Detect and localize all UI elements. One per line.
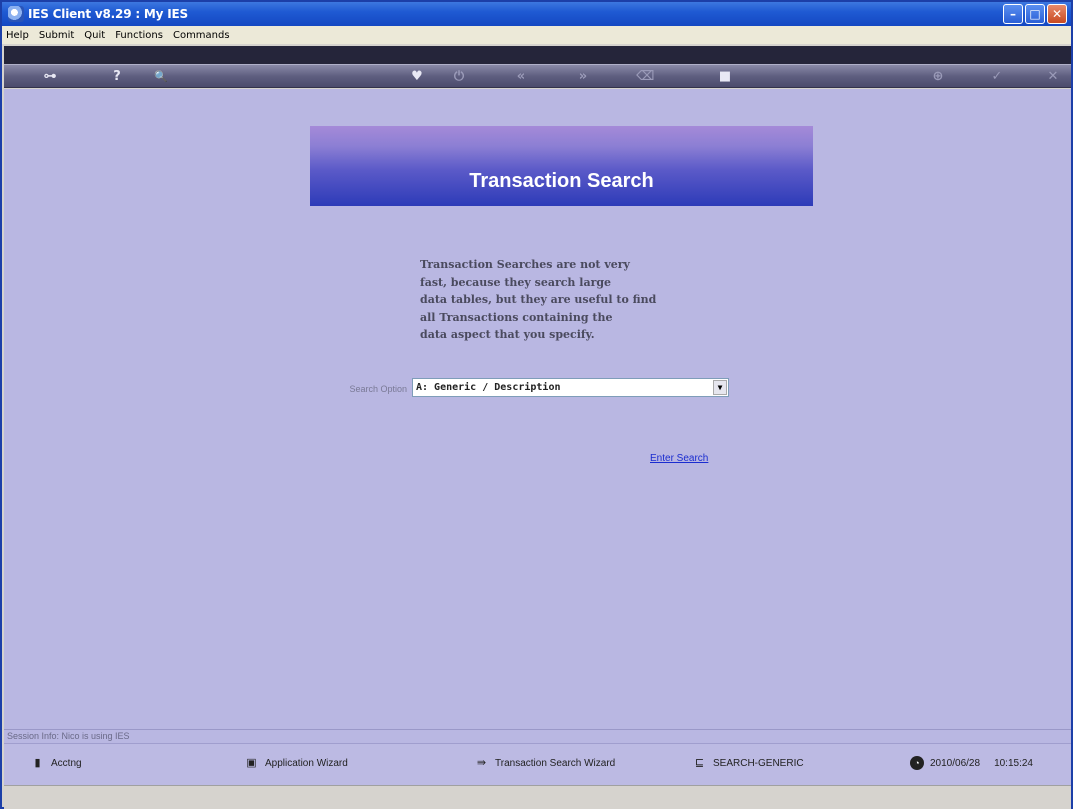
task-application-wizard[interactable]: ▣ Application Wizard — [244, 756, 348, 770]
datetime: ◔ 2010/06/28 10:15:24 — [910, 756, 1033, 770]
minimize-button[interactable]: – — [1003, 4, 1023, 24]
chevron-down-icon[interactable]: ▼ — [713, 380, 727, 395]
task-acctng[interactable]: ▮ Acctng — [30, 756, 82, 770]
info-line: all Transactions containing the — [420, 310, 613, 324]
enter-search-link[interactable]: Enter Search — [650, 453, 708, 464]
toolbar: ⊶ ? 🔍 ♥ ⏻ « » ⌫ ■ ⊕ ✓ ✕ — [4, 64, 1071, 88]
time-text: 10:15:24 — [994, 757, 1033, 769]
info-line: data tables, but they are useful to find — [420, 293, 657, 306]
menu-quit[interactable]: Quit — [84, 30, 105, 41]
main-content: Transaction Search Transaction Searches … — [4, 89, 1071, 729]
info-line: Transaction Searches are not very — [420, 258, 630, 271]
search-option-select[interactable]: A: Generic / Description ▼ — [412, 378, 729, 397]
stop-icon[interactable]: ■ — [716, 68, 734, 86]
page-banner: Transaction Search — [310, 126, 813, 206]
info-text: Transaction Searches are not very fast, … — [420, 256, 710, 344]
title-bar: IES Client v8.29 : My IES – □ ✕ — [2, 2, 1071, 26]
menu-help[interactable]: Help — [6, 30, 29, 41]
toolbar-top-strip — [4, 46, 1071, 64]
book-icon: ▮ — [34, 757, 41, 769]
task-application-wizard-label: Application Wizard — [265, 757, 348, 769]
search-option-value: A: Generic / Description — [416, 382, 561, 393]
task-search-generic-label: SEARCH-GENERIC — [713, 757, 804, 769]
search-icon[interactable]: 🔍 — [152, 68, 170, 86]
info-line: fast, because they search large — [420, 275, 612, 289]
info-line: data aspect that you specify. — [420, 328, 595, 341]
search-generic-icon: ⊑ — [694, 757, 705, 769]
heart-icon[interactable]: ♥ — [408, 68, 426, 86]
task-acctng-label: Acctng — [51, 757, 82, 769]
bottom-strip — [4, 785, 1071, 809]
menu-submit[interactable]: Submit — [39, 30, 74, 41]
trash-icon[interactable]: ⌫ — [636, 68, 654, 86]
taskbar: ▮ Acctng ▣ Application Wizard ⇛ Transact… — [4, 743, 1071, 785]
close-icon[interactable]: ✕ — [1044, 68, 1062, 86]
maximize-button[interactable]: □ — [1025, 4, 1045, 24]
menu-commands[interactable]: Commands — [173, 30, 230, 41]
date-text: 2010/06/28 — [930, 757, 981, 769]
help-icon[interactable]: ? — [108, 68, 126, 86]
window-title: IES Client v8.29 : My IES — [28, 7, 188, 21]
check-icon[interactable]: ✓ — [988, 68, 1006, 86]
rewind-icon[interactable]: « — [512, 68, 530, 86]
menu-functions[interactable]: Functions — [115, 30, 163, 41]
window-controls: – □ ✕ — [1003, 4, 1067, 24]
close-button[interactable]: ✕ — [1047, 4, 1067, 24]
task-search-generic[interactable]: ⊑ SEARCH-GENERIC — [692, 756, 804, 770]
key-icon[interactable]: ⊶ — [36, 68, 64, 86]
save-icon[interactable]: ⊕ — [929, 68, 947, 86]
power-icon[interactable]: ⏻ — [450, 68, 468, 86]
clock-icon: ◔ — [910, 756, 924, 770]
page-title: Transaction Search — [469, 170, 654, 192]
search-option-label: Search Option — [349, 384, 407, 394]
app-window: IES Client v8.29 : My IES – □ ✕ Help Sub… — [0, 0, 1073, 809]
session-info: Session Info: Nico is using IES — [4, 729, 1071, 743]
window-icon: ▣ — [246, 757, 257, 769]
app-icon — [8, 6, 24, 22]
task-transaction-search-wizard-label: Transaction Search Wizard — [495, 757, 616, 769]
task-transaction-search-wizard[interactable]: ⇛ Transaction Search Wizard — [474, 756, 615, 770]
wizard-icon: ⇛ — [476, 757, 487, 769]
forward-icon[interactable]: » — [574, 68, 592, 86]
menu-bar: Help Submit Quit Functions Commands — [2, 26, 1071, 44]
